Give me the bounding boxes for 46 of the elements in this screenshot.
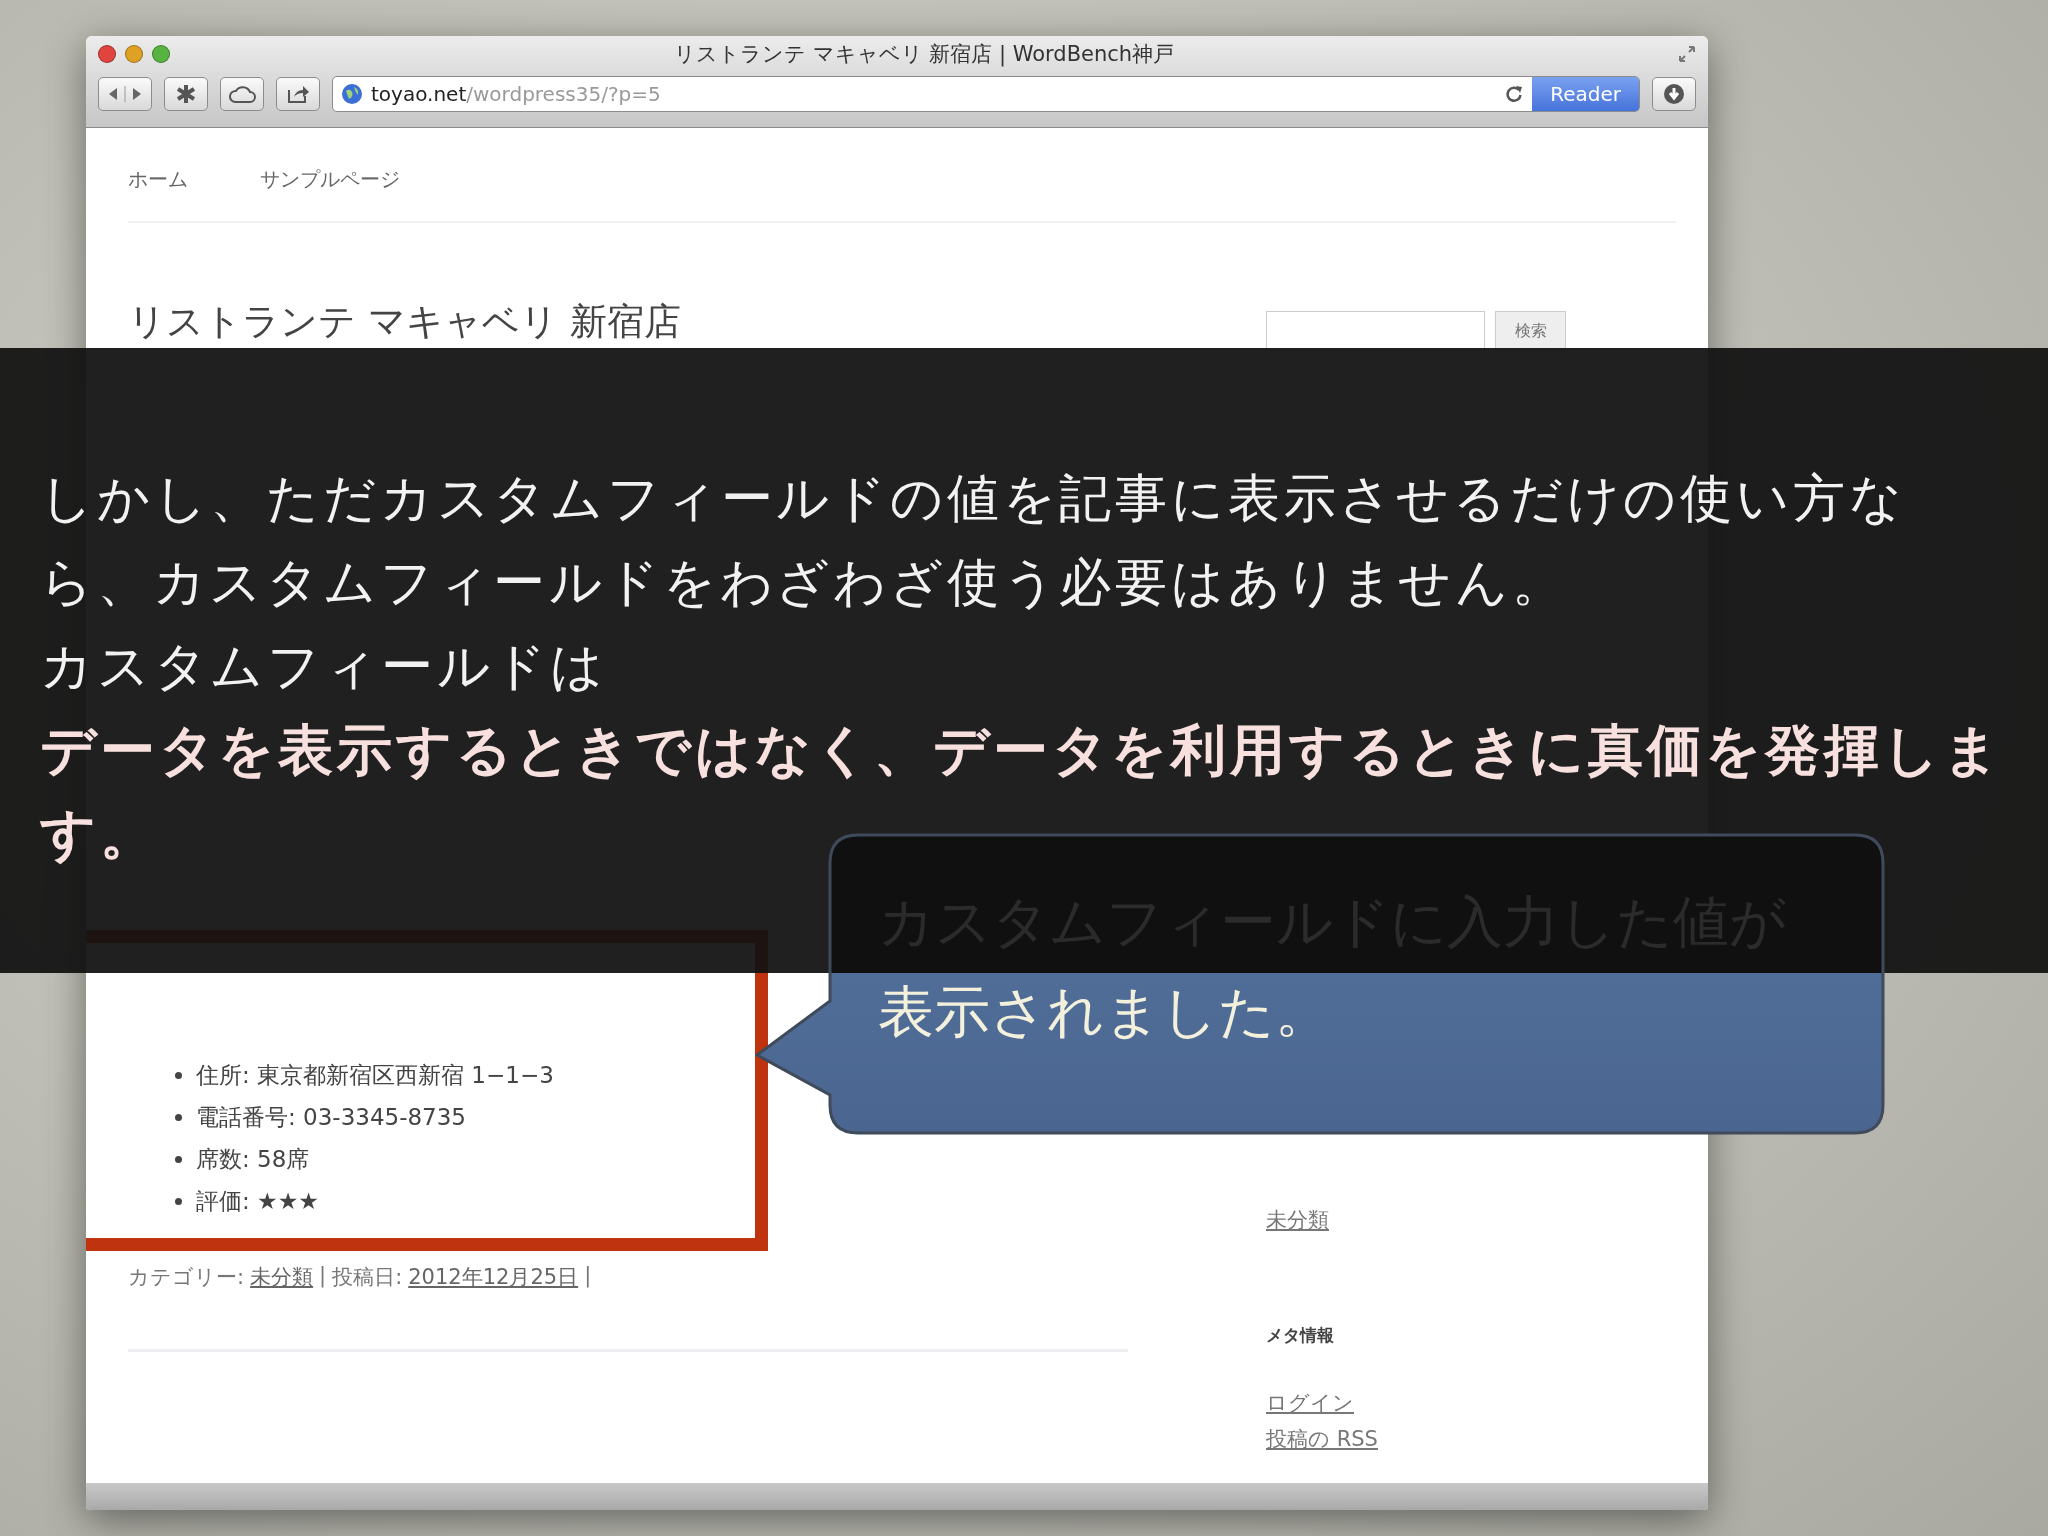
separator: |	[319, 1263, 327, 1290]
zoom-button[interactable]	[152, 45, 170, 63]
cloud-icon	[228, 84, 256, 104]
category-link[interactable]: 未分類	[250, 1263, 314, 1291]
address-field[interactable]: toyao.net/wordpress35/?p=5 Reader	[332, 76, 1640, 112]
asterisk-button[interactable]	[164, 77, 208, 111]
field-text: 席数: 58席	[196, 1145, 310, 1174]
share-icon	[286, 84, 310, 104]
nav-link[interactable]: ホーム	[128, 166, 188, 193]
reload-icon[interactable]	[1504, 84, 1525, 104]
share-button[interactable]	[276, 77, 320, 111]
field-text: 住所: 東京都新宿区西新宿 1−1−3	[196, 1061, 554, 1090]
search-button[interactable]: 検索	[1495, 311, 1566, 351]
nav-link[interactable]: サンプルページ	[260, 166, 400, 193]
fullscreen-icon[interactable]	[1678, 45, 1696, 63]
close-button[interactable]	[98, 45, 116, 63]
caption-text: データを表示するときではなく、データを利用するときに真価を発揮します。	[40, 717, 2004, 868]
widget-heading: メタ情報	[1266, 1324, 1335, 1347]
date-label: 投稿日:	[332, 1264, 403, 1291]
reader-button[interactable]: Reader	[1532, 77, 1639, 111]
caption-text: カスタムフィールドは	[40, 635, 608, 698]
download-icon	[1663, 83, 1685, 105]
download-button[interactable]	[1652, 77, 1696, 111]
url-text: toyao.net/wordpress35/?p=5	[371, 82, 662, 106]
callout-text: 表示されました。	[878, 978, 1331, 1046]
bullet-icon	[175, 1072, 182, 1079]
bullet-icon	[175, 1156, 182, 1163]
bullet-icon	[175, 1114, 182, 1121]
category-label: カテゴリー:	[128, 1264, 245, 1291]
search-field[interactable]	[1266, 311, 1486, 351]
meta-link[interactable]: 投稿の RSS	[1266, 1425, 1566, 1453]
field-text: 評価: ★★★	[196, 1187, 319, 1216]
back-forward-button[interactable]	[98, 77, 152, 111]
category-link[interactable]: 未分類	[1266, 1206, 1566, 1234]
post-title: リストランテ マキャベリ 新宿店	[128, 303, 682, 340]
globe-icon	[341, 83, 363, 105]
asterisk-icon	[175, 83, 197, 105]
meta-link[interactable]: ログイン	[1266, 1389, 1566, 1417]
cloud-button[interactable]	[220, 77, 264, 111]
separator: |	[584, 1263, 592, 1290]
field-text: 電話番号: 03-3345-8735	[196, 1103, 466, 1132]
bullet-icon	[175, 1198, 182, 1205]
window-title: リストランテ マキャベリ 新宿店 | WordBench神戸	[672, 41, 1176, 68]
minimize-button[interactable]	[125, 45, 143, 63]
date-link[interactable]: 2012年12月25日	[408, 1263, 579, 1291]
caption-text: しかし、ただカスタムフィールドの値を記事に表示させるだけの使い方なら、カスタムフィールドをわざわざ使う必要はありません。	[40, 467, 1907, 614]
